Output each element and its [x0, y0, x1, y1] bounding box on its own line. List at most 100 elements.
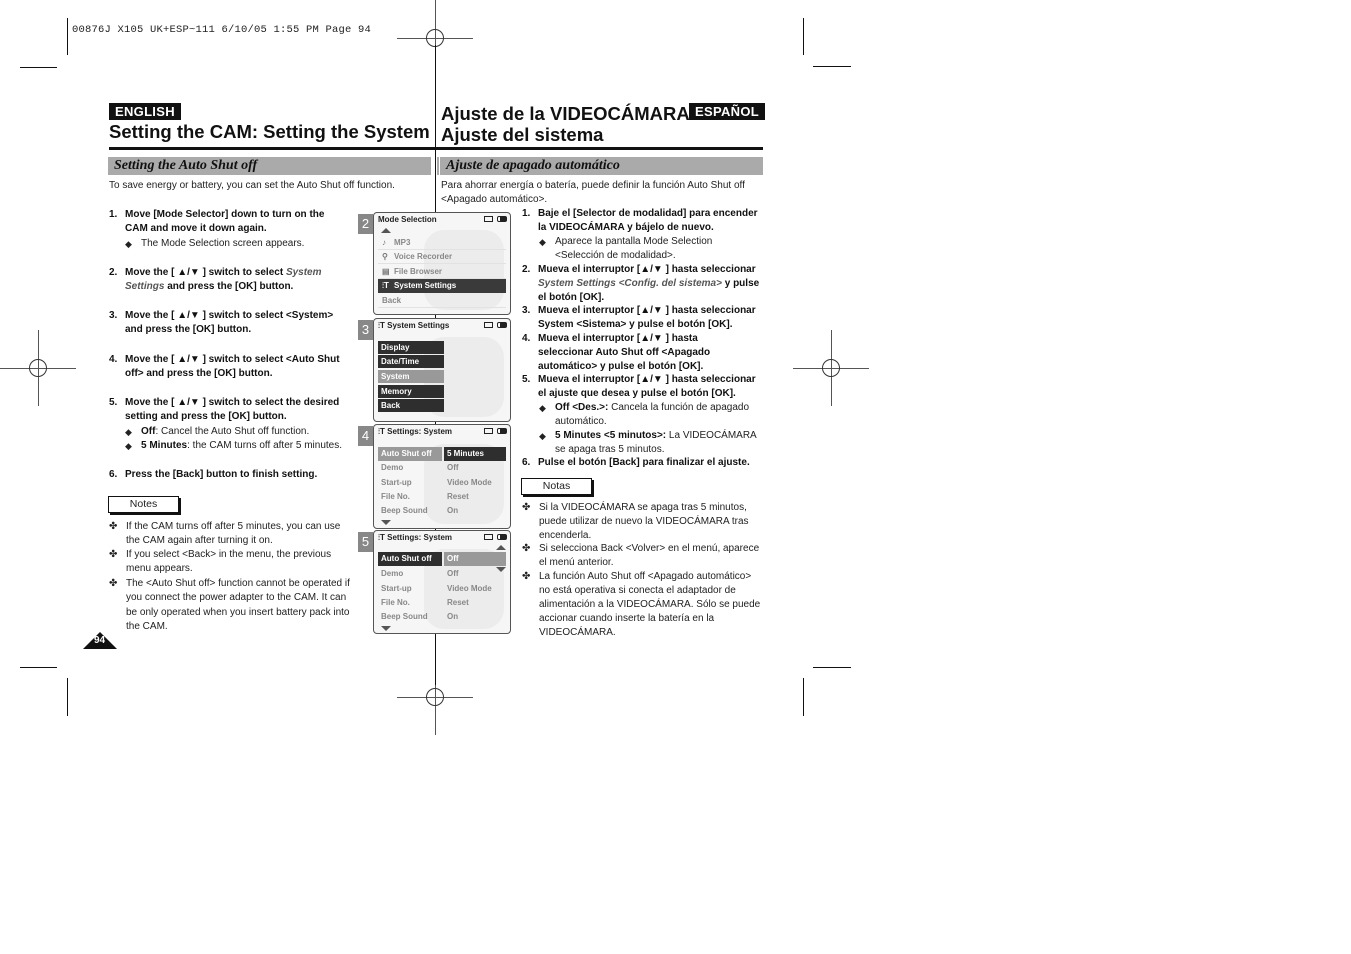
microphone-icon: ⚲ — [382, 252, 388, 261]
screen-settings-system-off: ⫶T Settings: System Auto Shut off Off Dem… — [373, 530, 511, 634]
language-badge-english: ENGLISH — [109, 103, 181, 120]
registration-mark — [0, 330, 76, 406]
step-2-es: 2. Mueva el interruptor [▲/▼ ] hasta sel… — [522, 264, 760, 303]
screen-title: Settings: System — [387, 427, 453, 436]
note-item: ✤ If you select <Back> in the menu, the … — [109, 549, 332, 575]
cross-bullet-icon: ✤ — [522, 502, 531, 513]
menu-item-mp3[interactable]: ♪ MP3 — [378, 236, 506, 250]
screen-step-number: 2 — [358, 214, 373, 234]
print-header: 00876J X105 UK+ESP~111 6/10/05 1:55 PM P… — [72, 24, 372, 36]
setting-row-beep-sound[interactable]: Beep Sound On — [378, 504, 506, 518]
note-item-es: ✤ La función Auto Shut off <Apagado auto… — [522, 571, 761, 638]
section-heading-tick — [437, 157, 439, 175]
step-5-es-bullet: ◆ Off <Des.>: Cancela la función de apag… — [539, 402, 750, 427]
step-5-es: 5. Mueva el interruptor [▲/▼ ] hasta sel… — [522, 374, 756, 399]
setting-value: 5 Minutes — [444, 447, 506, 461]
battery-icon — [497, 216, 507, 222]
section-heading-english: Setting the Auto Shut off — [108, 157, 431, 175]
step-1-es: 1. Baje el [Selector de modalidad] para … — [522, 208, 758, 233]
settings-icon: ⫶T — [378, 321, 388, 330]
notes-label: Notes — [108, 496, 179, 513]
scroll-down-icon — [381, 520, 391, 525]
menu-item-file-browser[interactable]: ▤ File Browser — [378, 265, 506, 279]
screen-title: Mode Selection — [378, 215, 437, 224]
memory-card-icon — [484, 216, 493, 222]
setting-row-auto-shut-off[interactable]: Auto Shut off 5 Minutes — [378, 447, 506, 461]
step-text: Move [Mode Selector] down to turn on the… — [125, 209, 325, 235]
step-6: 6. Press the [Back] button to finish set… — [109, 469, 318, 480]
setting-row-start-up[interactable]: Start-up Video Mode — [378, 476, 506, 490]
battery-icon — [497, 322, 507, 328]
step-3: 3. Move the [ ▲/▼ ] switch to select <Sy… — [109, 310, 334, 336]
setting-row-beep-sound[interactable]: Beep Sound On — [378, 610, 506, 624]
intro-text-english: To save energy or battery, you can set t… — [109, 180, 395, 191]
menu-item-system[interactable]: System — [378, 370, 444, 383]
screen-settings-system-5min: ⫶T Settings: System Auto Shut off 5 Minut… — [373, 424, 511, 529]
cross-bullet-icon: ✤ — [109, 578, 118, 589]
step-1-bullet: ◆ The Mode Selection screen appears. — [125, 238, 305, 249]
title-rule — [109, 147, 435, 150]
step-4-es: 4. Mueva el interruptor [▲/▼ ] hasta sel… — [522, 333, 711, 372]
step-6-es: 6. Pulse el botón [Back] para finalizar … — [522, 457, 750, 468]
step-1-es-bullet: ◆ Aparece la pantalla Mode Selection <Se… — [539, 236, 713, 261]
screen-step-number: 4 — [358, 426, 373, 446]
diamond-bullet-icon: ◆ — [125, 239, 132, 249]
step-1: 1. Move [Mode Selector] down to turn on … — [109, 208, 349, 237]
screen-title: Settings: System — [387, 533, 453, 542]
battery-icon — [497, 534, 507, 540]
setting-row-start-up[interactable]: Start-up Video Mode — [378, 582, 506, 596]
setting-row-demo[interactable]: Demo Off — [378, 461, 506, 475]
setting-row-file-no[interactable]: File No. Reset — [378, 596, 506, 610]
page-number: 94 — [94, 635, 106, 646]
language-badge-spanish: ESPAÑOL — [689, 103, 765, 120]
crop-mark — [67, 18, 68, 55]
menu-item-system-settings[interactable]: ⫶T System Settings — [378, 279, 506, 293]
settings-icon: ⫶T — [378, 427, 388, 436]
crop-mark — [813, 66, 851, 67]
step-3-es: 3. Mueva el interruptor [▲/▼ ] hasta sel… — [522, 305, 756, 330]
notes-label-es: Notas — [521, 478, 592, 495]
settings-icon: ⫶T — [382, 281, 389, 290]
step-5-es-bullet: ◆ 5 Minutes <5 minutos>: La VIDEOCÁMARA … — [539, 430, 757, 455]
crop-mark — [20, 67, 57, 68]
settings-icon: ⫶T — [378, 533, 388, 542]
setting-value: Off — [444, 552, 506, 566]
step-5: 5. Move the [ ▲/▼ ] switch to select the… — [109, 397, 340, 423]
screen-step-number: 3 — [358, 320, 373, 340]
cross-bullet-icon: ✤ — [522, 571, 531, 582]
step-5-bullet: ◆ Off: Cancel the Auto Shut off function… — [125, 426, 310, 437]
step-4: 4. Move the [ ▲/▼ ] switch to select <Au… — [109, 354, 340, 380]
setting-row-demo[interactable]: Demo Off — [378, 567, 506, 581]
intro-text-spanish: Para ahorrar energía o batería, puede de… — [441, 180, 745, 205]
menu-item-back[interactable]: Back — [378, 399, 444, 412]
crop-mark — [803, 678, 804, 716]
diamond-bullet-icon: ◆ — [539, 431, 546, 441]
menu-item-memory[interactable]: Memory — [378, 385, 444, 398]
page-title-spanish-line2: Ajuste del sistema — [441, 124, 604, 145]
menu-item-voice-recorder[interactable]: ⚲ Voice Recorder — [378, 250, 506, 264]
screen-mode-selection: Mode Selection ♪ MP3 ⚲ Voice Recorder ▤ Fil… — [373, 212, 511, 315]
setting-row-file-no[interactable]: File No. Reset — [378, 490, 506, 504]
diamond-bullet-icon: ◆ — [125, 427, 132, 437]
diamond-bullet-icon: ◆ — [125, 441, 132, 451]
music-note-icon: ♪ — [382, 238, 386, 247]
cross-bullet-icon: ✤ — [109, 549, 118, 560]
page-title-spanish-line1: Ajuste de la VIDEOCÁMARA: — [441, 103, 696, 124]
battery-icon — [497, 428, 507, 434]
setting-row-auto-shut-off[interactable]: Auto Shut off Off — [378, 552, 506, 566]
memory-card-icon — [484, 322, 493, 328]
menu-item-date-time[interactable]: Date/Time — [378, 355, 444, 368]
page-title-english: Setting the CAM: Setting the System — [109, 121, 430, 142]
crop-mark — [20, 667, 57, 668]
screen-system-settings: ⫶T System Settings Display Date/Time Sys… — [373, 318, 511, 422]
screen-title: System Settings — [387, 321, 450, 330]
section-heading-spanish: Ajuste de apagado automático — [440, 157, 763, 175]
diamond-bullet-icon: ◆ — [539, 237, 546, 247]
note-item-es: ✤ Si la VIDEOCÁMARA se apaga tras 5 minu… — [522, 502, 749, 541]
option-up-icon[interactable] — [496, 545, 506, 550]
note-item: ✤ If the CAM turns off after 5 minutes, … — [109, 521, 341, 547]
screen-step-number: 5 — [358, 532, 373, 552]
menu-item-back[interactable]: Back — [378, 294, 506, 308]
memory-card-icon — [484, 534, 493, 540]
menu-item-display[interactable]: Display — [378, 341, 444, 354]
